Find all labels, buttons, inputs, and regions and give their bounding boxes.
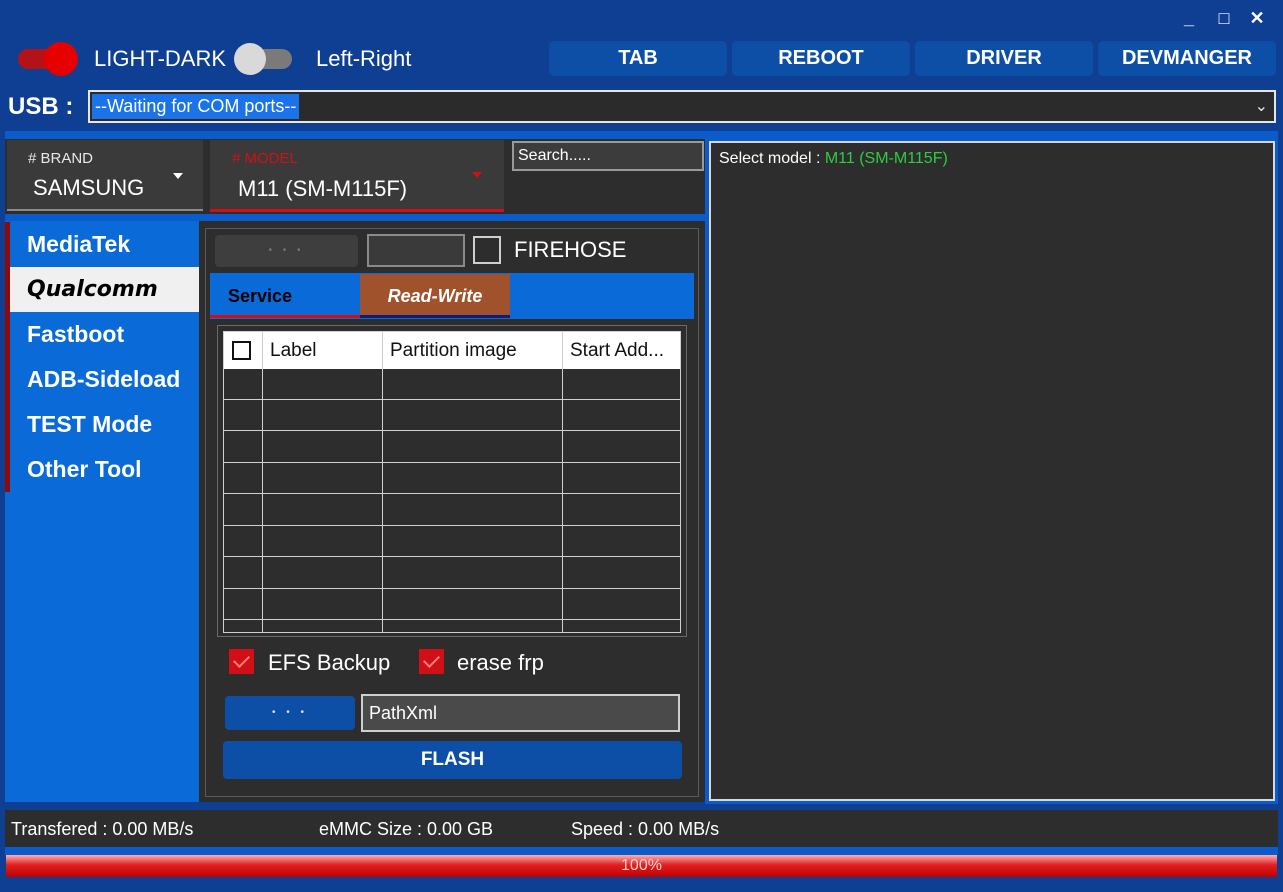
select-all-checkbox[interactable] bbox=[232, 341, 251, 360]
log-line: Select model : M11 (SM-M115F) bbox=[719, 149, 948, 169]
emmc-size-status: eMMC Size : 0.00 GB bbox=[319, 819, 494, 839]
row-divider bbox=[224, 588, 680, 589]
column-header-start-address[interactable]: Start Add... bbox=[562, 332, 680, 369]
efs-backup-label: EFS Backup bbox=[268, 650, 391, 675]
model-value: M11 (SM-M115F) bbox=[238, 176, 408, 201]
caret-down-icon bbox=[472, 172, 482, 178]
loader-input[interactable] bbox=[367, 234, 465, 267]
row-divider bbox=[224, 462, 680, 463]
tab-service[interactable]: Service bbox=[210, 274, 360, 318]
loader-browse-button[interactable]: • • • bbox=[215, 235, 358, 267]
row-divider bbox=[224, 619, 680, 620]
usb-port-value: --Waiting for COM ports-- bbox=[92, 94, 300, 119]
firehose-label: FIREHOSE bbox=[514, 237, 627, 262]
column-divider bbox=[382, 369, 383, 632]
row-divider bbox=[224, 556, 680, 557]
caret-down-icon bbox=[173, 173, 183, 179]
speed-status: Speed : 0.00 MB/s bbox=[571, 819, 720, 839]
header-divider bbox=[262, 332, 263, 369]
sidebar-item-qualcomm[interactable]: Qualcomm bbox=[10, 267, 199, 312]
toggle-knob bbox=[44, 42, 78, 76]
title-bar bbox=[0, 0, 1283, 38]
model-select[interactable]: # MODEL M11 (SM-M115F) bbox=[210, 140, 504, 212]
log-prefix: Select model : bbox=[719, 150, 825, 167]
column-header-partition-image[interactable]: Partition image bbox=[382, 332, 562, 369]
tab-button[interactable]: TAB bbox=[549, 41, 727, 76]
xml-browse-button[interactable]: • • • bbox=[225, 696, 355, 730]
row-divider bbox=[224, 525, 680, 526]
table-header: Label Partition image Start Add... bbox=[224, 332, 680, 369]
maximize-button[interactable]: □ bbox=[1211, 6, 1237, 30]
firehose-checkbox[interactable] bbox=[473, 236, 501, 264]
sidebar-item-mediatek[interactable]: MediaTek bbox=[10, 222, 199, 267]
brand-label: # BRAND bbox=[28, 150, 94, 167]
sidebar-item-test-mode[interactable]: TEST Mode bbox=[10, 402, 199, 447]
transfered-status: Transfered : 0.00 MB/s bbox=[11, 819, 194, 839]
divider bbox=[5, 847, 1278, 855]
erase-frp-checkbox[interactable] bbox=[419, 649, 444, 674]
search-input[interactable]: Search..... bbox=[512, 141, 704, 171]
divider bbox=[5, 131, 1278, 139]
devmanger-button[interactable]: DEVMANGER bbox=[1098, 41, 1276, 76]
driver-button[interactable]: DRIVER bbox=[915, 41, 1093, 76]
left-right-label: Left-Right bbox=[316, 46, 412, 71]
partition-table[interactable]: Label Partition image Start Add... bbox=[223, 331, 681, 633]
row-divider bbox=[224, 493, 680, 494]
progress-bar: 100% bbox=[6, 855, 1277, 877]
toggle-knob bbox=[234, 43, 266, 75]
erase-frp-label: erase frp bbox=[457, 650, 544, 675]
sidebar-item-other-tool[interactable]: Other Tool bbox=[10, 447, 199, 492]
left-right-toggle[interactable] bbox=[230, 40, 300, 78]
column-divider bbox=[562, 369, 563, 632]
divider bbox=[5, 214, 705, 221]
usb-port-select[interactable]: --Waiting for COM ports-- ⌄ bbox=[88, 90, 1276, 123]
column-header-label[interactable]: Label bbox=[262, 332, 382, 369]
light-dark-label: LIGHT-DARK bbox=[94, 46, 227, 71]
sidebar-item-fastboot[interactable]: Fastboot bbox=[10, 312, 199, 357]
sidebar-item-adb-sideload[interactable]: ADB-Sideload bbox=[10, 357, 199, 402]
header-divider bbox=[562, 332, 563, 369]
progress-label: 100% bbox=[621, 857, 662, 874]
header-divider bbox=[382, 332, 383, 369]
brand-value: SAMSUNG bbox=[33, 175, 145, 200]
log-model: M11 (SM-M115F) bbox=[824, 150, 948, 167]
row-divider bbox=[224, 430, 680, 431]
efs-backup-checkbox[interactable] bbox=[229, 649, 254, 674]
reboot-button[interactable]: REBOOT bbox=[732, 41, 910, 76]
chevron-down-icon: ⌄ bbox=[1254, 98, 1268, 115]
light-dark-toggle[interactable] bbox=[8, 40, 88, 78]
minimize-button[interactable]: _ bbox=[1176, 6, 1202, 30]
brand-select[interactable]: # BRAND SAMSUNG bbox=[7, 140, 203, 211]
log-panel: Select model : M11 (SM-M115F) bbox=[709, 141, 1275, 801]
usb-label: USB : bbox=[8, 93, 74, 120]
close-button[interactable]: ✕ bbox=[1244, 6, 1270, 30]
model-label: # MODEL bbox=[232, 150, 298, 167]
row-divider bbox=[224, 399, 680, 400]
column-divider bbox=[262, 369, 263, 632]
tab-read-write[interactable]: Read-Write bbox=[360, 274, 510, 318]
path-xml-input[interactable]: PathXml bbox=[361, 694, 680, 732]
flash-button[interactable]: FLASH bbox=[223, 741, 682, 779]
